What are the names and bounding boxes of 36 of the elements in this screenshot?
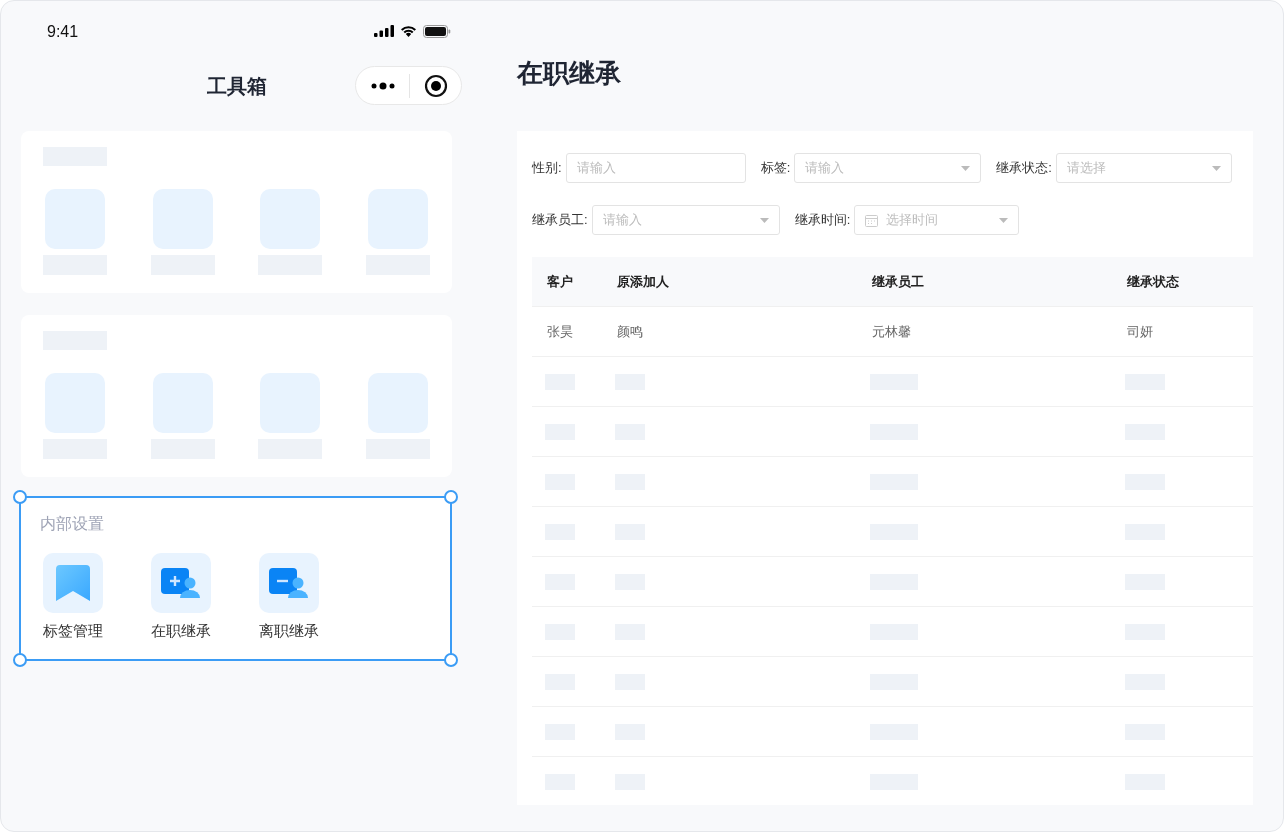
status-time: 9:41 [47,22,79,42]
column-header: 继承状态 [1126,272,1181,291]
caret-down-icon [759,217,769,223]
date-picker[interactable]: 选择时间 [854,205,1020,235]
select-field[interactable]: 请输入 [591,205,780,235]
page-title: 在职继承 [517,57,622,90]
filter-label: 标签: [760,159,791,178]
add-user-icon [161,567,201,599]
select-field[interactable]: 请选择 [1055,153,1232,183]
table-cell-text: 元林馨 [871,322,913,341]
calendar-icon [865,213,879,227]
filter-label: 继承员工: [532,211,588,230]
select-field[interactable]: 请输入 [794,153,982,183]
section-title: 内部设置 [40,514,105,534]
remove-user-icon [269,567,309,599]
caret-down-icon [961,165,971,171]
table-cell-text: 张昊 [546,322,574,341]
column-header: 原添加人 [615,272,670,291]
signal-icon [374,25,394,37]
caret-down-icon [1211,165,1221,171]
table-cell-text: 司妍 [1126,322,1155,341]
tool-section-card[interactable]: 内部设置 标签管理 在职继承 离职继承 [20,497,451,660]
column-header: 客户 [546,272,574,291]
nav-title: 工具箱 [207,74,267,99]
filter-label: 性别: [532,159,562,178]
column-header: 继承员工 [871,272,926,291]
close-target-icon[interactable] [423,73,448,98]
bookmark-icon [56,565,90,601]
battery-icon [423,24,451,38]
table-cell-text: 颜鸣 [615,322,644,341]
wifi-icon [400,25,417,37]
more-icon[interactable] [370,81,395,90]
text-input[interactable]: 请输入 [565,153,746,183]
caret-down-icon [999,217,1009,223]
filter-label: 继承时间: [794,211,851,230]
filter-label: 继承状态: [996,159,1052,178]
